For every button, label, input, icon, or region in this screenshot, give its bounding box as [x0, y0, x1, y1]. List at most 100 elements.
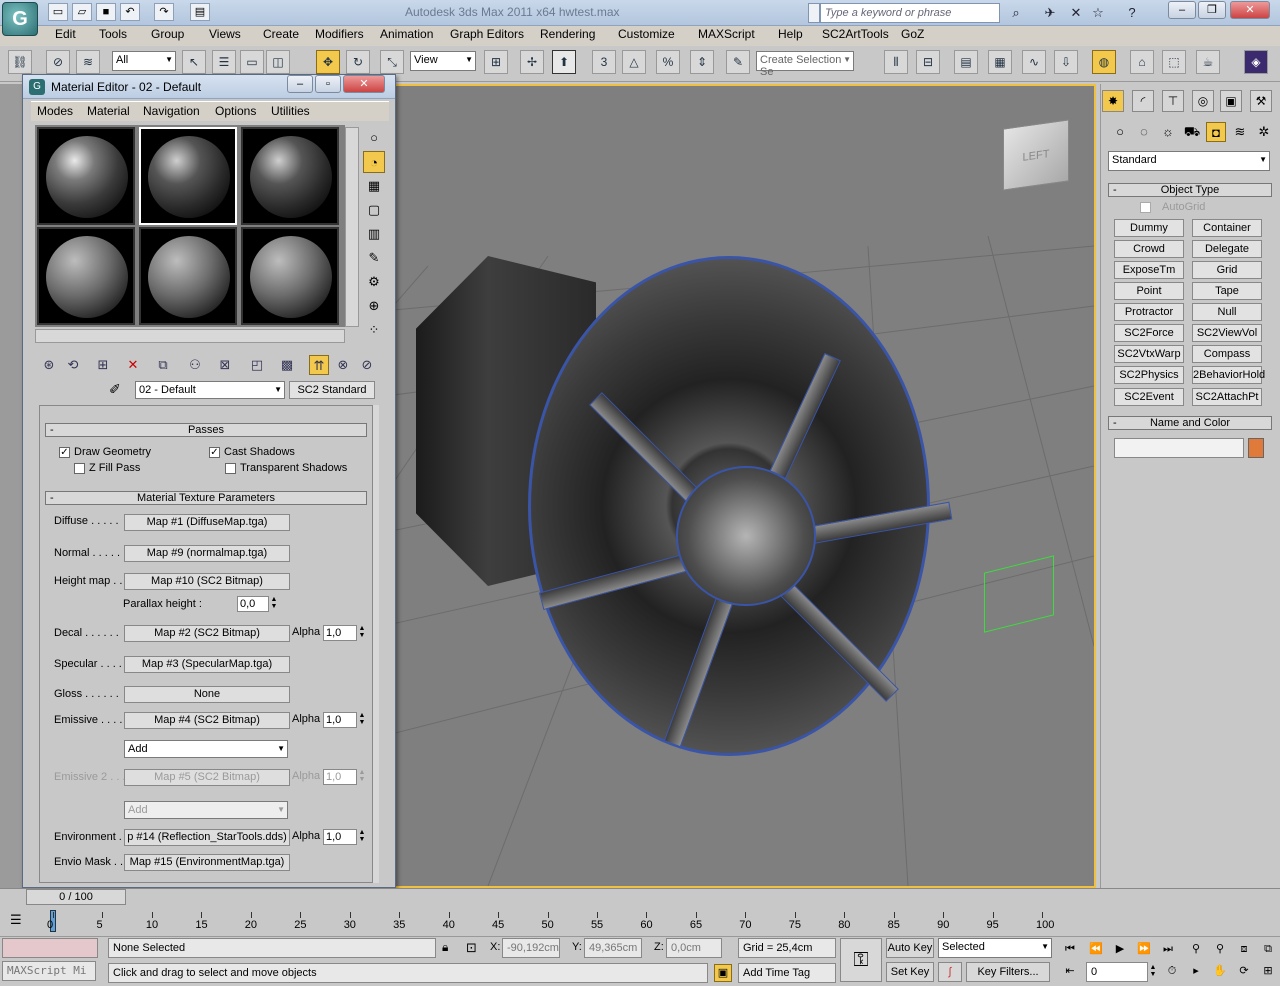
rollouts-scrollbar[interactable] [373, 405, 379, 883]
go-to-parent-icon[interactable]: ⊗ [333, 355, 353, 375]
time-slider-track[interactable] [0, 888, 1280, 906]
search-dropdown-icon[interactable] [808, 3, 820, 23]
draw-geometry-checkbox[interactable]: ✓ [59, 447, 70, 458]
rect-selection-icon[interactable]: ▭ [240, 50, 264, 74]
sc2force-button[interactable]: SC2Force [1114, 324, 1184, 342]
save-file-icon[interactable]: ■ [96, 3, 116, 21]
tape-button[interactable]: Tape [1192, 282, 1262, 300]
menu-customize[interactable]: Customize [618, 27, 675, 41]
normal-map-button[interactable]: Map #9 (normalmap.tga) [124, 545, 290, 562]
zoom-extents-icon[interactable]: ⧈ [1234, 940, 1254, 958]
time-config-icon[interactable]: ⏱ [1162, 962, 1182, 980]
lock-selection-icon[interactable]: 🔒︎ [442, 940, 448, 955]
absolute-mode-icon[interactable]: ⊡ [466, 940, 477, 956]
z-coordinate-input[interactable]: 0,0cm [666, 938, 722, 958]
cast-shadows-checkbox[interactable]: ✓ [209, 447, 220, 458]
sample-slots-vscroll[interactable] [345, 127, 359, 327]
graphite-ribbon-icon[interactable]: ▦ [988, 50, 1012, 74]
autogrid-checkbox[interactable] [1140, 202, 1151, 213]
put-to-library-icon[interactable]: ⊠ [215, 355, 235, 375]
help-icon[interactable]: ? [1122, 3, 1142, 23]
make-preview-icon[interactable]: ✎ [363, 247, 385, 269]
motion-tab-icon[interactable]: ◎ [1192, 90, 1214, 112]
material-type-button[interactable]: SC2 Standard [289, 381, 375, 399]
grid-button[interactable]: Grid [1192, 261, 1262, 279]
environment-alpha-input[interactable]: 1,0 [323, 829, 357, 845]
key-filters-button[interactable]: Key Filters... [966, 962, 1050, 982]
window-crossing-icon[interactable]: ◫ [266, 50, 290, 74]
select-by-name-icon[interactable]: ☰ [212, 50, 236, 74]
category-dropdown[interactable]: Standard [1108, 151, 1270, 171]
geometry-icon[interactable]: ○ [1110, 122, 1130, 142]
minimize-button[interactable]: – [1168, 1, 1196, 19]
restore-button[interactable]: ❐ [1198, 1, 1226, 19]
zoom-all-icon[interactable]: ⚲ [1210, 940, 1230, 958]
menu-help[interactable]: Help [778, 27, 803, 41]
bind-space-warp-icon[interactable]: ≋ [76, 50, 100, 74]
dummy-button[interactable]: Dummy [1114, 219, 1184, 237]
material-editor-icon[interactable]: ◍ [1092, 50, 1116, 74]
modify-tab-icon[interactable]: ◜ [1132, 90, 1154, 112]
menu-sc2arttools[interactable]: SC2ArtTools [822, 27, 889, 41]
sc2viewvol-button[interactable]: SC2ViewVol [1192, 324, 1262, 342]
2behaviorhold-button[interactable]: 2BehaviorHold [1192, 366, 1265, 384]
select-by-material-icon[interactable]: ⊕ [363, 295, 385, 317]
new-file-icon[interactable]: ▭ [48, 3, 68, 21]
default-tangents-icon[interactable]: ∫ [938, 962, 962, 982]
app-logo-button[interactable]: G [2, 2, 38, 36]
set-key-key-icon[interactable]: ⚿ [840, 938, 882, 982]
pivot-center-icon[interactable]: ⊞ [484, 50, 508, 74]
transparent-shadows-checkbox[interactable] [225, 463, 236, 474]
compass-button[interactable]: Compass [1192, 345, 1262, 363]
curve-editor-icon[interactable]: ∿ [1022, 50, 1046, 74]
redo-icon[interactable]: ↷ [154, 3, 174, 21]
menu-animation[interactable]: Animation [380, 27, 433, 41]
schematic-view-icon[interactable]: ⇩ [1054, 50, 1078, 74]
passes-rollout[interactable]: - Passes [45, 423, 367, 437]
undo-icon[interactable]: ↶ [120, 3, 140, 21]
orbit-icon[interactable]: ⟳ [1234, 962, 1254, 980]
lights-icon[interactable]: ☼ [1158, 122, 1178, 142]
assign-material-icon[interactable]: ⊞ [93, 355, 113, 375]
viewcube[interactable]: LEFT [1003, 119, 1069, 191]
emissive-alpha-input[interactable]: 1,0 [323, 712, 357, 728]
decal-alpha-spinner[interactable]: ▲ ▼ [357, 625, 367, 641]
current-frame-spinner[interactable]: ▲ ▼ [1148, 964, 1158, 980]
open-file-icon[interactable]: ▱ [72, 3, 92, 21]
utilities-tab-icon[interactable]: ⚒ [1250, 90, 1272, 112]
sample-slot[interactable] [37, 227, 135, 325]
material-map-navigator-icon[interactable]: ⁘ [363, 319, 385, 341]
make-copy-icon[interactable]: ⧉ [153, 355, 173, 375]
select-and-scale-icon[interactable]: ⤡ [380, 50, 404, 74]
add-time-tag-button[interactable]: Add Time Tag [738, 963, 836, 983]
zoom-extents-all-icon[interactable]: ⧉ [1258, 940, 1278, 958]
pan-view-icon[interactable]: ✋ [1210, 962, 1230, 980]
me-menu-options[interactable]: Options [215, 104, 256, 118]
emissive2-alpha-input[interactable]: 1,0 [323, 769, 357, 785]
field-of-view-icon[interactable]: ▸ [1186, 962, 1206, 980]
object-type-rollout[interactable]: - Object Type [1108, 183, 1272, 197]
set-key-button[interactable]: Set Key [886, 962, 934, 982]
sample-slot[interactable] [241, 227, 339, 325]
render-setup-icon[interactable]: ⌂ [1130, 50, 1154, 74]
space-warps-icon[interactable]: ≋ [1230, 122, 1250, 142]
sc2-tool-icon[interactable]: ◈ [1244, 50, 1268, 74]
menu-group[interactable]: Group [151, 27, 184, 41]
key-mode-toggle-icon[interactable]: ⇤ [1060, 962, 1080, 980]
percent-snap-icon[interactable]: % [656, 50, 680, 74]
environment-map-button[interactable]: p #14 (Reflection_StarTools.dds) [124, 829, 290, 846]
go-forward-sibling-icon[interactable]: ⊘ [357, 355, 377, 375]
auto-key-button[interactable]: Auto Key [886, 938, 934, 958]
sc2vtxwarp-button[interactable]: SC2VtxWarp [1114, 345, 1184, 363]
maxscript-listener-top[interactable] [2, 938, 98, 958]
object-name-input[interactable] [1114, 438, 1244, 458]
delegate-button[interactable]: Delegate [1192, 240, 1262, 258]
subscription-icon[interactable]: ✈ [1040, 3, 1060, 23]
emissive-blend-dropdown[interactable]: Add [124, 740, 288, 758]
menu-rendering[interactable]: Rendering [540, 27, 595, 41]
zoom-icon[interactable]: ⚲ [1186, 940, 1206, 958]
diffuse-map-button[interactable]: Map #1 (DiffuseMap.tga) [124, 514, 290, 531]
menu-maxscript[interactable]: MAXScript [698, 27, 755, 41]
sample-slots-hscroll[interactable] [35, 329, 345, 343]
backlight-icon[interactable]: ◔ [363, 151, 385, 173]
